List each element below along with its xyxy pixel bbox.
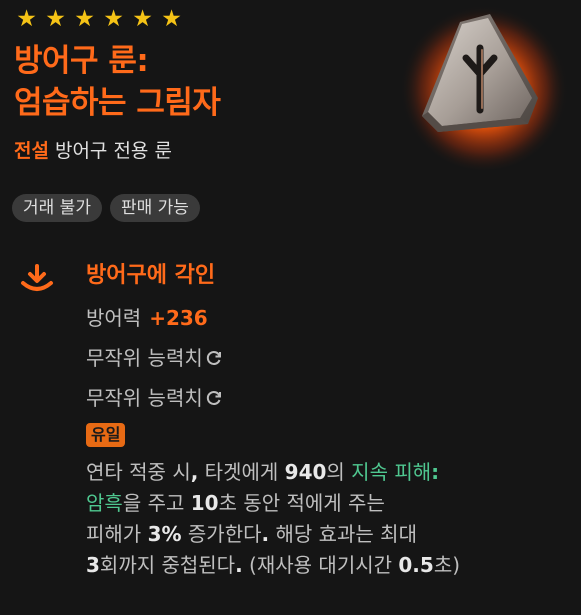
item-grade: 전설 bbox=[14, 140, 49, 162]
effect-line-1: 연타 적중 시, 타겟에게 940의 지속 피해: bbox=[86, 457, 566, 488]
item-tags: 거래 불가 판매 가능 bbox=[12, 194, 200, 222]
reroll-icon bbox=[206, 391, 221, 405]
stat-defense-label: 방어력 bbox=[86, 306, 142, 330]
effect-line-4: 3회까지 중첩된다. (재사용 대기시간 0.5초) bbox=[86, 550, 566, 581]
effect-line-2: 암흑을 주고 10초 동안 적에게 주는 bbox=[86, 488, 566, 519]
item-name-line-1: 방어구 룬: bbox=[14, 43, 149, 79]
tag-tradeable: 거래 불가 bbox=[12, 194, 102, 222]
effect-description: 연타 적중 시, 타겟에게 940의 지속 피해: 암흑을 주고 10초 동안 … bbox=[86, 457, 566, 581]
effect-text: 타겟에게 bbox=[198, 460, 285, 484]
effect-text: 증가한다 bbox=[181, 522, 262, 546]
effect-keyword-dark: 암흑 bbox=[86, 491, 123, 515]
item-name-line-2: 엄습하는 그림자 bbox=[14, 85, 221, 121]
effect-text: 초) bbox=[433, 553, 461, 577]
effect-text: 연타 적중 시 bbox=[86, 460, 191, 484]
effect-text: . bbox=[235, 553, 243, 577]
star-icon: ★ bbox=[74, 6, 95, 32]
rune-stone-icon bbox=[400, 2, 568, 170]
effect-stack-value: 3 bbox=[86, 553, 100, 577]
star-icon: ★ bbox=[132, 6, 153, 32]
stat-random-2-label: 무작위 능력치 bbox=[86, 386, 203, 410]
tag-sellable: 판매 가능 bbox=[109, 194, 200, 222]
effect-text: 의 bbox=[326, 460, 352, 484]
stat-defense-value: +236 bbox=[149, 306, 208, 330]
item-type: 방어구 전용 룬 bbox=[54, 140, 172, 162]
star-icon: ★ bbox=[161, 6, 182, 32]
effect-text: 초 동안 적에게 주는 bbox=[218, 491, 385, 515]
star-icon: ★ bbox=[103, 6, 124, 32]
effect-text: (재사용 대기시간 bbox=[242, 553, 399, 577]
stat-defense: 방어력 +236 bbox=[86, 303, 208, 333]
reroll-icon bbox=[206, 351, 221, 365]
download-arrow-icon bbox=[21, 264, 53, 291]
effect-cooldown-value: 0.5 bbox=[398, 553, 434, 577]
effect-text: 회까지 중첩된다 bbox=[99, 553, 236, 577]
effect-text: 해당 효과는 최대 bbox=[269, 522, 417, 546]
effect-duration-value: 10 bbox=[190, 491, 219, 515]
effect-damage-value: 940 bbox=[284, 460, 327, 484]
stat-random-1-label: 무작위 능력치 bbox=[86, 346, 203, 370]
engrave-title: 방어구에 각인 bbox=[86, 263, 216, 288]
star-icon: ★ bbox=[16, 6, 37, 32]
item-name: 방어구 룬: 엄습하는 그림자 bbox=[14, 40, 221, 124]
effect-text: . bbox=[261, 522, 270, 546]
star-icon: ★ bbox=[45, 6, 66, 32]
stat-random-2: 무작위 능력치 bbox=[86, 383, 223, 413]
stat-random-1: 무작위 능력치 bbox=[86, 343, 223, 373]
effect-text: 피해가 bbox=[86, 522, 148, 546]
effect-line-3: 피해가 3% 증가한다. 해당 효과는 최대 bbox=[86, 519, 566, 550]
effect-keyword-dot: 지속 피해 bbox=[351, 460, 432, 484]
item-subtitle: 전설 방어구 전용 룬 bbox=[14, 137, 172, 165]
effect-text: 을 주고 bbox=[122, 491, 191, 515]
unique-badge: 유일 bbox=[86, 423, 126, 447]
star-rating: ★ ★ ★ ★ ★ ★ bbox=[13, 8, 185, 31]
effect-text: : bbox=[431, 460, 440, 484]
effect-percent-value: 3% bbox=[147, 522, 182, 546]
